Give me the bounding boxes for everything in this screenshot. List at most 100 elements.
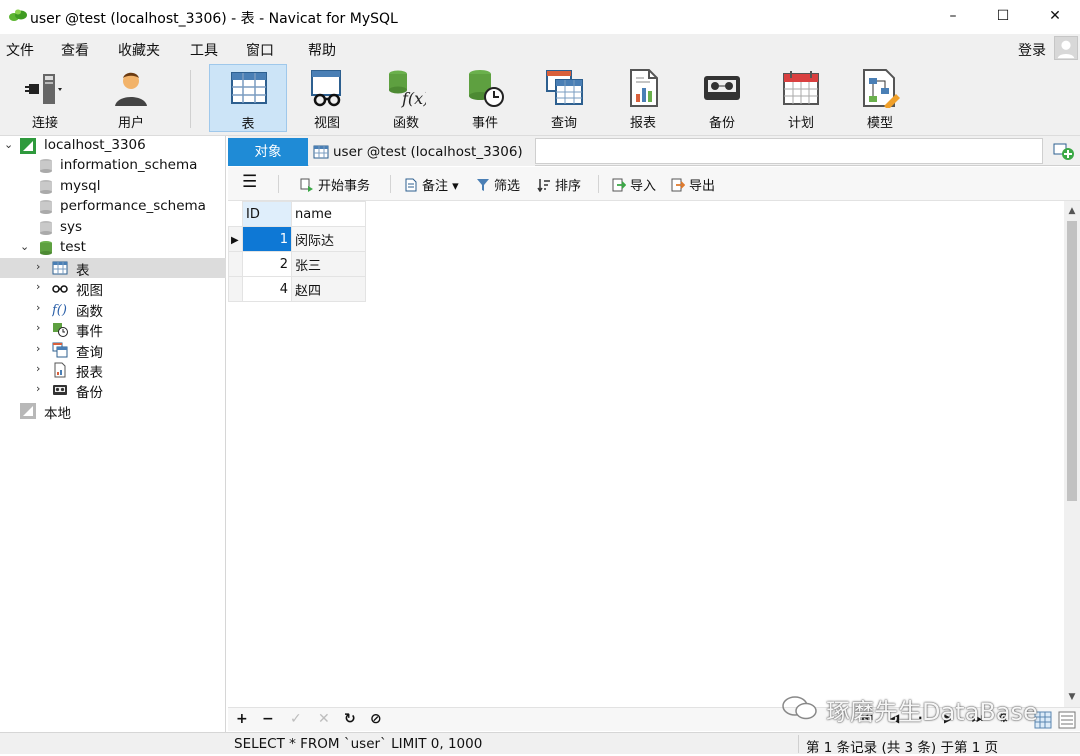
tree-db-performance-schema[interactable]: performance_schema <box>0 197 226 217</box>
toolbar-function-label: 函数 <box>392 116 419 131</box>
tree-db-mysql[interactable]: mysql <box>0 177 226 197</box>
chevron-right-icon[interactable]: › <box>36 342 40 355</box>
chevron-right-icon[interactable]: › <box>36 260 40 273</box>
menu-file[interactable]: 文件 <box>6 40 34 60</box>
toolbar-user-button[interactable]: 用户 <box>92 64 170 132</box>
table-icon <box>52 261 68 275</box>
tree-node-tables[interactable]: › 表 <box>0 258 226 279</box>
export-button[interactable]: 导出 <box>671 175 715 194</box>
sort-label: 排序 <box>555 179 582 194</box>
data-grid[interactable]: ID name ▶ 1 闵际达 2 张三 4 赵四 <box>228 201 1064 707</box>
toolbar-connection-label: 连接 <box>31 116 58 131</box>
tree-node-events[interactable]: › 事件 <box>0 319 226 340</box>
chevron-right-icon[interactable]: › <box>36 321 40 334</box>
row-header[interactable] <box>228 276 243 302</box>
table-row[interactable]: 2 张三 <box>228 251 366 277</box>
discard-changes-button[interactable]: ✕ <box>318 711 330 727</box>
filter-label: 筛选 <box>494 179 521 194</box>
menu-bar: 文件 查看 收藏夹 工具 窗口 帮助 登录 <box>0 34 1080 62</box>
tree-node-functions[interactable]: › f() 函数 <box>0 299 226 320</box>
filter-button[interactable]: 筛选 <box>476 175 520 194</box>
comment-button[interactable]: 备注 ▾ <box>404 175 459 194</box>
toolbar-event-button[interactable]: 事件 <box>446 64 524 132</box>
sort-button[interactable]: 排序 <box>537 175 581 194</box>
new-tab-icon[interactable] <box>1052 140 1076 162</box>
stop-button[interactable]: ⊘ <box>370 711 382 727</box>
database-icon <box>40 180 52 194</box>
main-toolbar: 连接 用户 表 视图 f(x) 函数 <box>0 62 1080 136</box>
cell-name[interactable]: 闵际达 <box>291 226 366 252</box>
database-open-icon <box>40 241 52 255</box>
svg-text:f(x): f(x) <box>401 89 426 108</box>
tree-node-views[interactable]: › 视图 <box>0 278 226 299</box>
chevron-right-icon[interactable]: › <box>36 362 40 375</box>
form-view-icon[interactable] <box>1058 711 1076 729</box>
scroll-up-icon[interactable]: ▲ <box>1064 203 1080 219</box>
menu-help[interactable]: 帮助 <box>308 40 336 60</box>
sort-icon <box>537 179 550 192</box>
menu-tools[interactable]: 工具 <box>190 40 218 60</box>
row-header[interactable] <box>228 251 243 277</box>
menu-favorites[interactable]: 收藏夹 <box>118 40 160 60</box>
delete-record-button[interactable]: − <box>262 711 274 727</box>
tab-user-table[interactable]: user @test (localhost_3306) ... <box>309 138 535 188</box>
cell-id[interactable]: 2 <box>242 251 292 277</box>
database-icon <box>40 200 52 214</box>
toolbar-connection-button[interactable]: 连接 <box>6 64 84 132</box>
login-link[interactable]: 登录 <box>1018 40 1046 60</box>
toolbar-schedule-button[interactable]: 计划 <box>762 64 840 132</box>
tree-local[interactable]: 本地 <box>0 401 226 422</box>
column-header-id[interactable]: ID <box>242 201 292 227</box>
tree-connection-localhost[interactable]: ⌄ localhost_3306 <box>0 136 226 156</box>
toolbar-function-button[interactable]: f(x) 函数 <box>367 64 445 132</box>
scrollbar-thumb[interactable] <box>1067 221 1077 501</box>
tab-objects[interactable]: 对象 <box>228 138 308 166</box>
toolbar-table-button[interactable]: 表 <box>209 64 287 132</box>
cell-name[interactable]: 赵四 <box>291 276 366 302</box>
toolbar-query-button[interactable]: 查询 <box>525 64 603 132</box>
add-record-button[interactable]: + <box>236 711 248 727</box>
toolbar-backup-button[interactable]: 备份 <box>683 64 761 132</box>
tree-node-queries[interactable]: › 查询 <box>0 340 226 361</box>
account-avatar-icon[interactable] <box>1054 36 1078 60</box>
cell-id[interactable]: 1 <box>242 226 292 252</box>
table-row[interactable]: ▶ 1 闵际达 <box>228 226 366 252</box>
chevron-down-icon[interactable]: ⌄ <box>20 240 29 253</box>
minimize-button[interactable]: – <box>930 0 976 32</box>
menu-window[interactable]: 窗口 <box>246 40 274 60</box>
chevron-down-icon[interactable]: ⌄ <box>4 138 13 151</box>
apply-changes-button[interactable]: ✓ <box>290 711 302 727</box>
close-button[interactable]: ✕ <box>1032 0 1078 32</box>
schedule-icon <box>783 71 819 105</box>
chevron-right-icon[interactable]: › <box>36 382 40 395</box>
table-row[interactable]: 4 赵四 <box>228 276 366 302</box>
menu-view[interactable]: 查看 <box>61 40 89 60</box>
column-header-name[interactable]: name <box>291 201 366 227</box>
row-pointer-icon[interactable]: ▶ <box>228 226 243 252</box>
tree-node-reports[interactable]: › 报表 <box>0 360 226 381</box>
tree-db-information-schema[interactable]: information_schema <box>0 156 226 176</box>
scroll-down-icon[interactable]: ▼ <box>1064 689 1080 705</box>
chevron-right-icon[interactable]: › <box>36 280 40 293</box>
hamburger-menu-icon[interactable]: ☰ <box>242 172 257 192</box>
toolbar-view-button[interactable]: 视图 <box>288 64 366 132</box>
cell-id[interactable]: 4 <box>242 276 292 302</box>
tree-node-backups[interactable]: › 备份 <box>0 380 226 401</box>
cell-name[interactable]: 张三 <box>291 251 366 277</box>
toolbar-report-label: 报表 <box>629 116 656 131</box>
watermark-text: 琢磨先生DataBase <box>826 698 1038 726</box>
grid-toolbar: ☰ 开始事务 备注 ▾ 筛选 排序 导入 导出 <box>228 167 1080 201</box>
tree-db-sys[interactable]: sys <box>0 218 226 238</box>
maximize-button[interactable]: ☐ <box>980 0 1026 32</box>
navigation-tree: ⌄ localhost_3306 information_schema mysq… <box>0 136 226 732</box>
chevron-right-icon[interactable]: › <box>36 301 40 314</box>
begin-transaction-button[interactable]: 开始事务 <box>300 175 370 194</box>
refresh-button[interactable]: ↻ <box>344 711 356 727</box>
transaction-icon <box>300 178 313 192</box>
tree-db-test[interactable]: ⌄ test <box>0 238 226 258</box>
toolbar-model-button[interactable]: 模型 <box>841 64 919 132</box>
tree-db-label: information_schema <box>60 157 198 173</box>
vertical-scrollbar[interactable]: ▲ ▼ <box>1064 201 1080 707</box>
import-button[interactable]: 导入 <box>612 175 656 194</box>
toolbar-report-button[interactable]: 报表 <box>604 64 682 132</box>
